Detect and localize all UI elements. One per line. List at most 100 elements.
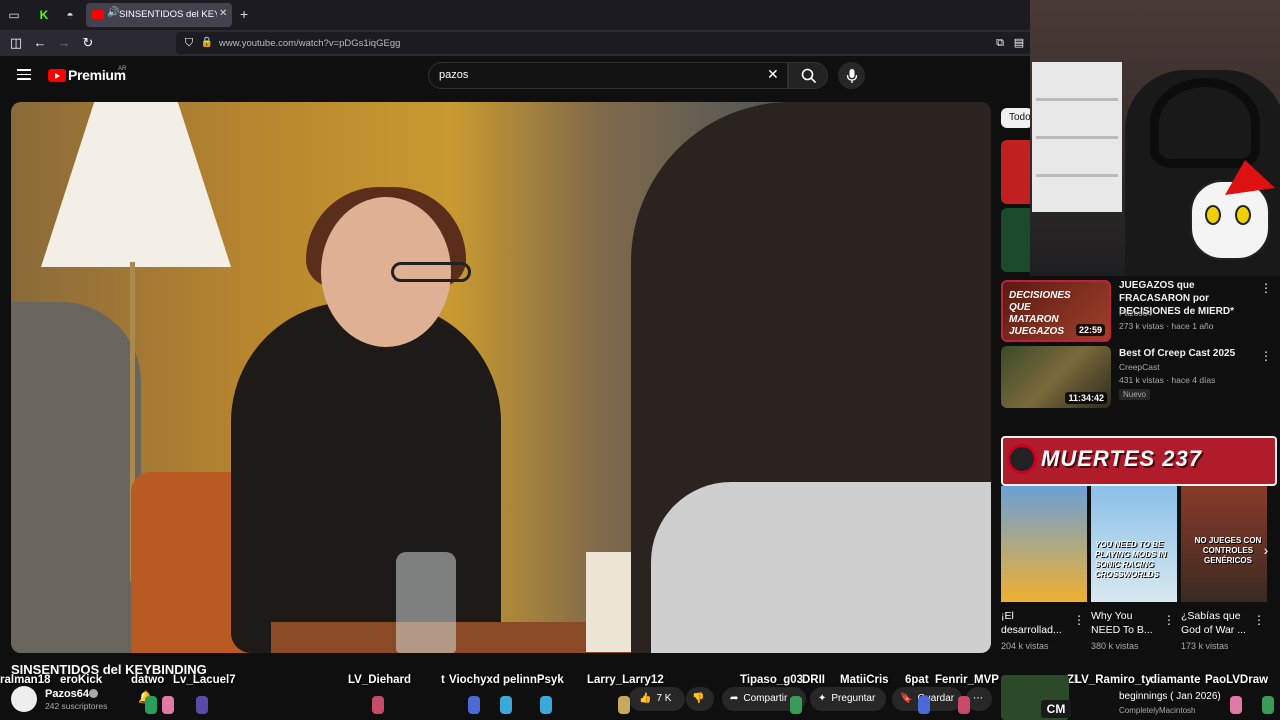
shelf-views: 204 k vistas	[1001, 641, 1049, 651]
speaker-icon[interactable]: 🔊	[107, 7, 119, 18]
rec-thumbnail-partial[interactable]	[1001, 208, 1031, 272]
shelf-thumbnail[interactable]	[1001, 486, 1087, 602]
overlay-avatar-sprite	[618, 696, 630, 714]
more-horizontal-icon: ⋯	[973, 693, 983, 704]
rec-channel[interactable]: CreepCast	[1119, 362, 1160, 372]
menu-icon[interactable]	[17, 69, 31, 80]
voice-search-button[interactable]	[838, 62, 865, 89]
share-label: Compartir	[743, 693, 788, 704]
channel-avatar[interactable]	[11, 686, 37, 712]
shelf-thumbnail-text: NO JUEGES CON CONTROLES GENÉRICOS	[1194, 536, 1262, 565]
search-input-box[interactable]	[428, 62, 788, 89]
lock-icon[interactable]: 🔒	[199, 35, 215, 51]
active-tab[interactable]: 🔊 SINSENTIDOS del KEYBINDING ✕	[86, 3, 232, 27]
rec-thumbnail-text: DECISIONES QUE MATARON JUEGAZOS	[1009, 290, 1071, 337]
shelf-views: 173 k vistas	[1181, 641, 1229, 651]
shelf-title[interactable]: ¡El desarrollad...	[1001, 609, 1069, 637]
youtube-favicon-icon	[92, 10, 104, 19]
thumbs-up-icon: 👍	[639, 693, 652, 704]
filter-chip-all[interactable]: Todo	[1001, 108, 1033, 128]
overlay-name: Viochyxd	[449, 674, 500, 686]
video-foreground-left	[11, 302, 141, 653]
overlay-name: LV_Ramiro_ty	[1075, 674, 1152, 686]
video-duration: 22:59	[1075, 324, 1105, 336]
video-lamp	[41, 102, 231, 267]
more-vertical-icon[interactable]: ⋮	[1163, 613, 1175, 627]
overlay-avatar-sprite	[1262, 696, 1274, 714]
like-button[interactable]: 👍 7 K	[629, 687, 685, 711]
shelf-title[interactable]: ¿Sabías que God of War ...	[1181, 609, 1249, 637]
sidebar-toggle-icon[interactable]: ◫	[8, 35, 24, 51]
forward-button[interactable]: →	[56, 35, 72, 51]
new-badge: Nuevo	[1119, 389, 1151, 400]
overlay-name: ralman18	[0, 674, 51, 686]
youtube-logo-icon[interactable]	[48, 69, 66, 82]
video-person	[231, 302, 501, 653]
kick-tab-icon[interactable]: K	[36, 7, 52, 23]
search-icon	[801, 68, 817, 84]
picture-in-picture-icon[interactable]: ⧉	[992, 35, 1008, 51]
overlay-name: diamante	[1150, 674, 1201, 686]
new-tab-button[interactable]: +	[240, 6, 248, 22]
more-vertical-icon[interactable]: ⋮	[1260, 281, 1272, 295]
webcam-overlay	[1030, 0, 1280, 276]
more-vertical-icon[interactable]: ⋮	[1253, 613, 1265, 627]
rec-thumbnail-partial[interactable]	[1001, 140, 1031, 204]
video-foreground-shoulder	[651, 482, 991, 653]
pinned-tab-icon[interactable]: ◓	[62, 7, 78, 23]
chevron-right-icon[interactable]: ›	[1256, 538, 1276, 562]
cat-eye	[1235, 205, 1251, 225]
overlay-avatar-sprite	[918, 696, 930, 714]
like-count: 7 K	[656, 693, 672, 704]
overlay-avatar-sprite	[468, 696, 480, 714]
overlay-name: eroKick	[60, 674, 103, 686]
overlay-avatar-sprite	[790, 696, 802, 714]
more-vertical-icon[interactable]: ⋮	[1073, 613, 1085, 627]
rec-thumbnail[interactable]: DECISIONES QUE MATARON JUEGAZOS 22:59	[1001, 280, 1111, 342]
thumbs-down-icon: 👎	[692, 693, 705, 704]
overlay-name: DRII	[802, 674, 825, 686]
reader-view-icon[interactable]: ▤	[1011, 35, 1027, 51]
overlay-name: LV_Diehard	[348, 674, 412, 686]
overlay-name: Tipaso_g03	[740, 674, 804, 686]
shelf-thumbnail[interactable]: NO JUEGES CON CONTROLES GENÉRICOS	[1181, 486, 1267, 602]
search-input[interactable]: pazos	[439, 69, 468, 81]
shelf-title[interactable]: Why You NEED To B...	[1091, 609, 1159, 637]
shelf-banner-text: MUERTES 237	[1041, 446, 1202, 471]
controller-icon	[1007, 444, 1037, 474]
tab-overview-icon[interactable]: ▭	[6, 7, 22, 23]
ask-label: Preguntar	[831, 693, 876, 704]
overlay-name: PaoLVDraw	[1205, 674, 1269, 686]
clear-search-icon[interactable]: ✕	[767, 66, 779, 83]
close-tab-icon[interactable]: ✕	[219, 8, 227, 19]
ask-button[interactable]: ✦ Preguntar	[810, 687, 886, 711]
more-vertical-icon[interactable]: ⋮	[1260, 349, 1272, 363]
overlay-name: Fenrir_MVP	[935, 674, 999, 686]
region-code: AR	[118, 66, 127, 72]
rec-thumbnail[interactable]: 11:34:42	[1001, 346, 1111, 408]
subscriber-count: 242 suscriptores	[45, 701, 108, 711]
webcam-shelf	[1032, 62, 1122, 212]
rec-title[interactable]: Best Of Creep Cast 2025	[1119, 347, 1254, 360]
shelf-banner[interactable]: MUERTES 237	[1001, 436, 1277, 486]
shield-icon[interactable]: ⛉	[181, 35, 197, 51]
rec-channel[interactable]: CompletelyMacintosh	[1119, 706, 1195, 715]
overlay-avatar-sprite	[1230, 696, 1242, 714]
rec-channel[interactable]: Pazos64	[1119, 308, 1152, 318]
rec-title[interactable]: beginnings ( Jan 2026)	[1119, 691, 1221, 702]
shelf-thumbnail-text: YOU NEED TO BE PLAYING MODS IN SONIC RAC…	[1095, 540, 1167, 579]
reload-button[interactable]: ↻	[80, 35, 96, 51]
channel-name[interactable]: Pazos64	[45, 688, 89, 700]
microphone-icon	[846, 68, 857, 83]
overlay-name: t	[441, 674, 445, 686]
overlay-avatar-sprite	[540, 696, 552, 714]
sparkle-icon: ✦	[818, 693, 827, 704]
video-player[interactable]	[11, 102, 991, 653]
url-text[interactable]: www.youtube.com/watch?v=pDGs1iqGEgg	[219, 38, 400, 49]
dislike-button[interactable]: 👎	[686, 687, 714, 711]
cat-eye	[1205, 205, 1221, 225]
search-button[interactable]	[788, 62, 828, 89]
bookmark-icon: 🔖	[900, 693, 913, 704]
shelf-thumbnail[interactable]: YOU NEED TO BE PLAYING MODS IN SONIC RAC…	[1091, 486, 1177, 602]
back-button[interactable]: ←	[32, 35, 48, 51]
